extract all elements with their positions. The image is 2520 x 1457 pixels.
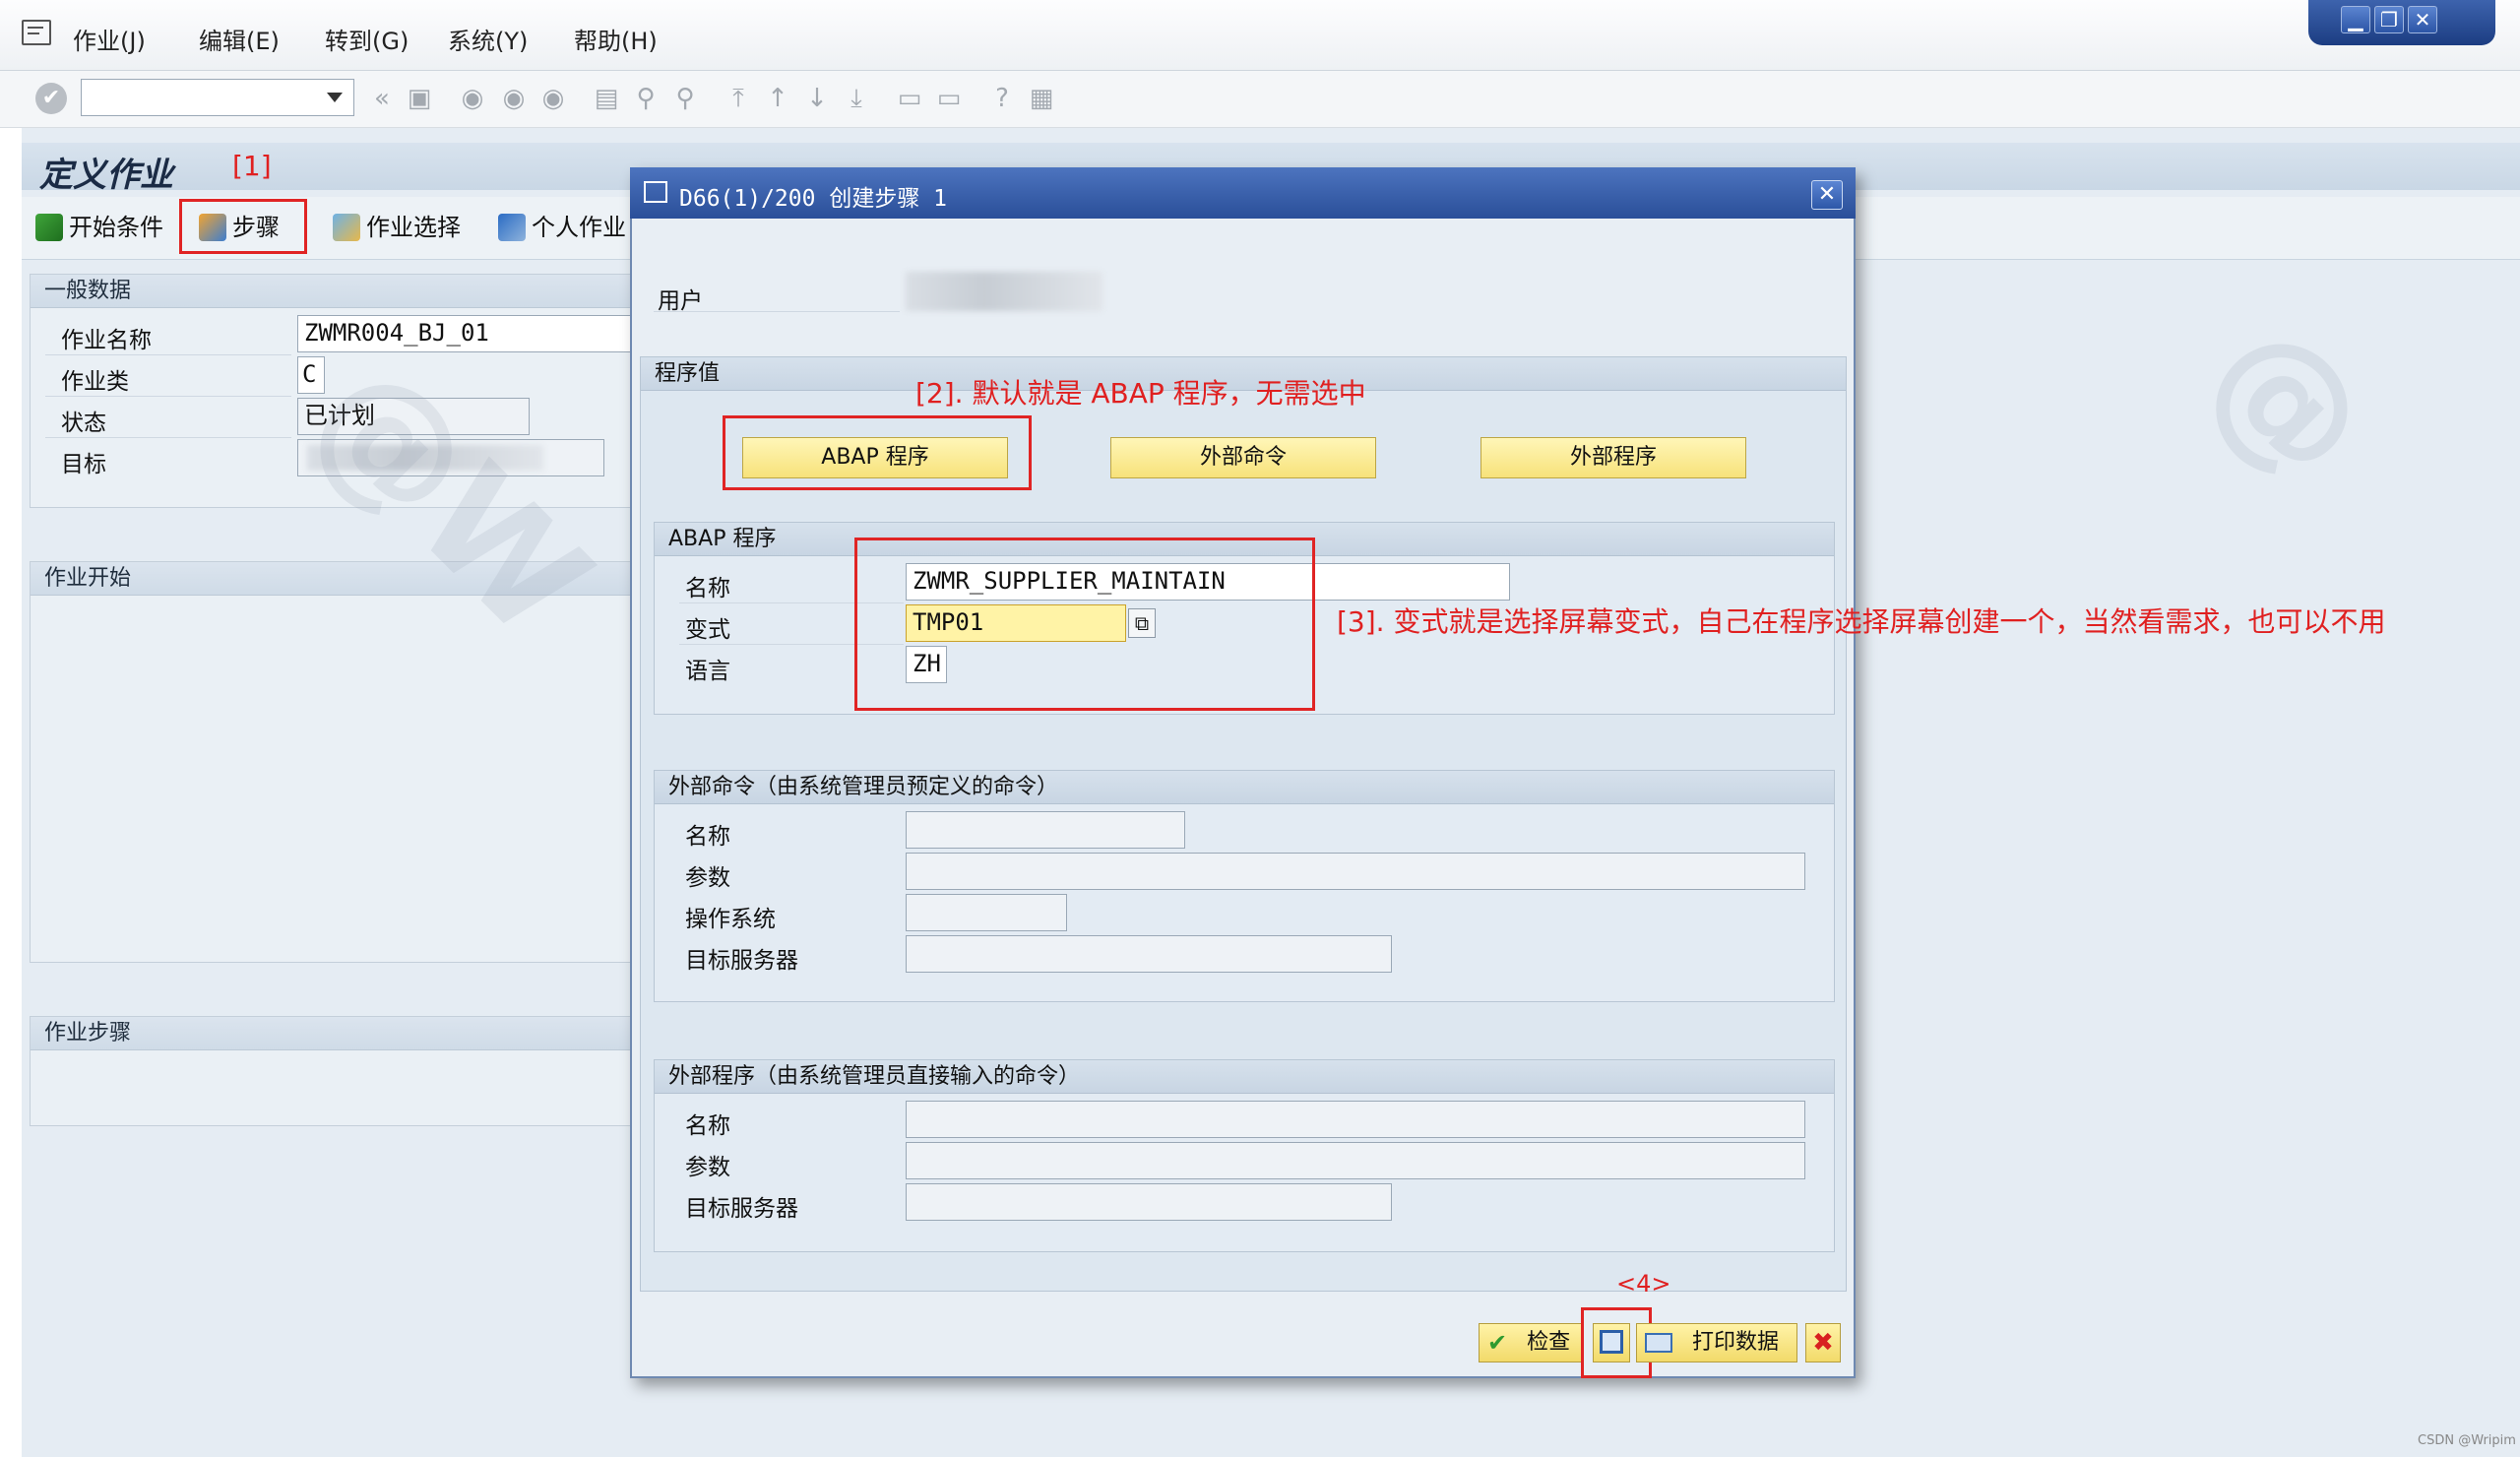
cancel-x-icon: ✖ — [1812, 1328, 1834, 1358]
variant-label: 变式 — [685, 617, 730, 643]
program-name-label: 名称 — [685, 576, 730, 602]
prev-glyph: « — [374, 84, 390, 113]
highlight-abap-fields — [854, 538, 1315, 711]
ext-prog-server-label: 目标服务器 — [685, 1196, 798, 1222]
ext-prog-params-field[interactable] — [906, 1142, 1805, 1179]
restore-button[interactable]: ❐ — [2374, 6, 2404, 33]
find-next-icon[interactable]: ⚲ — [669, 83, 701, 114]
menu-edit[interactable]: 编辑(E) — [199, 22, 280, 56]
cancel-button[interactable]: ✖ — [1805, 1323, 1841, 1362]
ext-prog-server-field[interactable] — [906, 1183, 1392, 1221]
user-label: 用户 — [658, 288, 703, 314]
ext-cmd-name-field[interactable] — [906, 811, 1185, 849]
layout-icon[interactable]: ▦ — [1026, 83, 1057, 114]
annotation-3: [3]. 变式就是选择屏幕变式，自己在程序选择屏幕创建一个，当然看需求，也可以不… — [1337, 605, 2386, 638]
external-program-header: 外部程序（由系统管理员直接输入的命令） — [655, 1060, 1834, 1094]
divider — [45, 354, 291, 355]
external-command-button[interactable]: 外部命令 — [1110, 437, 1376, 478]
minimize-button[interactable]: ▁ — [2341, 6, 2370, 33]
target-label: 目标 — [61, 452, 106, 477]
job-class-label: 作业类 — [61, 369, 129, 395]
save-icon[interactable]: ▣ — [404, 83, 435, 114]
exit-icon[interactable]: ◉ — [498, 83, 530, 114]
abap-program-button[interactable]: ABAP 程序 — [742, 437, 1008, 478]
back-icon[interactable]: ◉ — [457, 83, 488, 114]
start-condition-button[interactable]: 开始条件 — [35, 207, 163, 248]
check-button[interactable]: ✔ 检查 — [1479, 1323, 1583, 1362]
job-selection-icon — [333, 214, 360, 241]
redacted-target — [307, 445, 543, 471]
status-label: 状态 — [61, 411, 106, 436]
enter-icon[interactable]: ✔ — [35, 83, 67, 114]
own-jobs-button[interactable]: 个人作业 — [498, 207, 626, 248]
new-session-icon[interactable]: ▭ — [894, 83, 925, 114]
job-start-panel: 作业开始 — [30, 561, 642, 963]
step-icon — [199, 214, 226, 241]
menu-help[interactable]: 帮助(H) — [574, 22, 658, 56]
job-start-header: 作业开始 — [31, 562, 641, 596]
external-command-header: 外部命令（由系统管理员预定义的命令） — [655, 771, 1834, 804]
ext-cmd-server-field[interactable] — [906, 935, 1392, 973]
ext-prog-name-field[interactable] — [906, 1101, 1805, 1138]
job-name-label: 作业名称 — [61, 328, 152, 353]
ext-prog-name-label: 名称 — [685, 1113, 730, 1139]
own-jobs-icon — [498, 214, 526, 241]
window-close-button[interactable]: ✕ — [2408, 6, 2437, 33]
cancel-icon[interactable]: ◉ — [537, 83, 569, 114]
divider — [45, 396, 291, 397]
annotation-1: [1] — [232, 150, 272, 182]
ext-cmd-os-field[interactable] — [906, 894, 1067, 931]
ext-cmd-params-label: 参数 — [685, 865, 730, 891]
ext-cmd-name-label: 名称 — [685, 824, 730, 850]
command-field[interactable] — [81, 79, 354, 116]
divider — [654, 311, 900, 312]
status-field: 已计划 — [297, 398, 530, 435]
next-page-icon[interactable]: ↓ — [801, 83, 833, 114]
menu-goto[interactable]: 转到(G) — [325, 22, 409, 56]
general-data-header: 一般数据 — [31, 275, 641, 308]
own-jobs-label: 个人作业 — [532, 214, 626, 241]
divider — [45, 437, 291, 438]
step-button[interactable]: 步骤 — [199, 207, 280, 248]
dialog-title: D66(1)/200 创建步骤 1 — [679, 186, 948, 212]
ext-cmd-server-label: 目标服务器 — [685, 948, 798, 974]
job-selection-button[interactable]: 作业选择 — [333, 207, 461, 248]
prev-page-icon[interactable]: ↑ — [762, 83, 793, 114]
page-title: 定义作业 — [39, 156, 173, 195]
step-label: 步骤 — [232, 214, 280, 241]
help-icon[interactable]: ? — [986, 83, 1018, 114]
job-class-field[interactable]: C — [297, 356, 325, 394]
ext-prog-params-label: 参数 — [685, 1155, 730, 1180]
job-steps-header: 作业步骤 — [31, 1017, 641, 1050]
dialog-icon — [644, 181, 667, 203]
check-icon: ✔ — [1487, 1329, 1508, 1357]
watermark-text: CSDN @Wripim — [2418, 1433, 2516, 1448]
menu-job[interactable]: 作业(J) — [73, 22, 146, 56]
last-page-icon[interactable]: ⤓ — [841, 83, 872, 114]
menu-system[interactable]: 系统(Y) — [448, 22, 528, 56]
command-dropdown-icon[interactable] — [327, 93, 343, 102]
start-condition-label: 开始条件 — [69, 214, 163, 241]
dialog-close-button[interactable]: ✕ — [1811, 180, 1843, 210]
ext-cmd-os-label: 操作系统 — [685, 907, 776, 932]
language-label: 语言 — [685, 659, 730, 684]
find-icon[interactable]: ⚲ — [630, 83, 662, 114]
job-selection-label: 作业选择 — [366, 214, 461, 241]
check-label: 检查 — [1527, 1330, 1571, 1355]
annotation-2: [2]. 默认就是 ABAP 程序，无需选中 — [915, 377, 1366, 410]
print-data-button[interactable]: 打印数据 — [1636, 1323, 1797, 1362]
print-data-label: 打印数据 — [1692, 1330, 1780, 1355]
external-program-button[interactable]: 外部程序 — [1480, 437, 1746, 478]
ext-cmd-params-field[interactable] — [906, 853, 1805, 890]
print-icon[interactable]: ▤ — [591, 83, 622, 114]
printer-icon — [1645, 1333, 1672, 1353]
job-steps-panel: 作业步骤 — [30, 1016, 642, 1126]
app-menu-icon[interactable] — [22, 20, 51, 45]
shortcut-icon[interactable]: ▭ — [933, 83, 965, 114]
redacted-user — [906, 272, 1102, 311]
first-page-icon[interactable]: ⤒ — [723, 83, 754, 114]
job-name-field[interactable]: ZWMR004_BJ_01 — [297, 315, 642, 352]
annotation-4: <4> — [1616, 1270, 1671, 1298]
flag-icon — [35, 214, 63, 241]
